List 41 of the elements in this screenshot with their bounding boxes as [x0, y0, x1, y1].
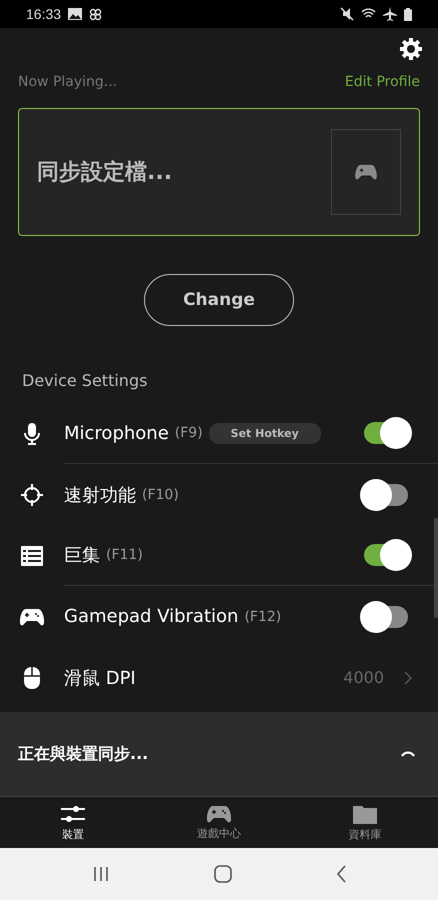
bottom-tab[interactable]: 裝置: [0, 797, 146, 848]
bottom-tab[interactable]: 遊戲中心: [146, 797, 292, 848]
list-icon: [21, 546, 43, 566]
now-playing-label: Now Playing...: [18, 74, 118, 90]
microphone-icon: [24, 422, 40, 444]
setting-label: Microphone: [64, 422, 169, 444]
set-hotkey-button[interactable]: Set Hotkey: [208, 422, 321, 444]
change-button[interactable]: Change: [144, 274, 294, 326]
home-icon[interactable]: [214, 865, 232, 883]
sync-message: 正在與裝置同步...: [18, 744, 148, 764]
hotkey-label: (F9): [174, 425, 203, 441]
gamepad-icon: [207, 804, 231, 822]
sliders-icon: [61, 804, 85, 824]
mouse-icon: [24, 666, 40, 688]
gamepad-icon: [20, 608, 44, 626]
crosshair-icon: [20, 482, 44, 506]
spinner-icon: [400, 750, 416, 758]
battery-icon: [404, 8, 412, 20]
setting-value: 4000: [343, 668, 384, 687]
image-icon: [68, 8, 82, 20]
setting-label: 滑鼠 DPI: [64, 666, 136, 690]
mute-icon: [340, 7, 354, 21]
bottom-tab[interactable]: 資料庫: [292, 797, 438, 848]
section-title: Device Settings: [21, 370, 148, 392]
setting-label: Gamepad Vibration: [64, 606, 238, 627]
setting-label: 速射功能: [64, 484, 136, 506]
recent-apps-icon[interactable]: [92, 866, 110, 882]
hotkey-label: (F12): [244, 608, 282, 624]
back-icon[interactable]: [336, 865, 346, 883]
settings-icon[interactable]: [400, 38, 422, 60]
edit-profile-link[interactable]: Edit Profile: [344, 74, 420, 90]
airplane-icon: [383, 7, 397, 21]
chevron-right-icon: [404, 670, 412, 684]
folder-icon: [353, 804, 377, 824]
setting-label: 巨集: [64, 544, 100, 567]
clock: 16:33: [26, 6, 62, 22]
hotkey-label: (F10): [142, 486, 179, 502]
hotkey-label: (F11): [106, 547, 143, 563]
profile-name: 同步設定檔...: [37, 158, 172, 187]
wifi-icon: [361, 8, 376, 20]
gamepad-icon: [355, 164, 377, 180]
